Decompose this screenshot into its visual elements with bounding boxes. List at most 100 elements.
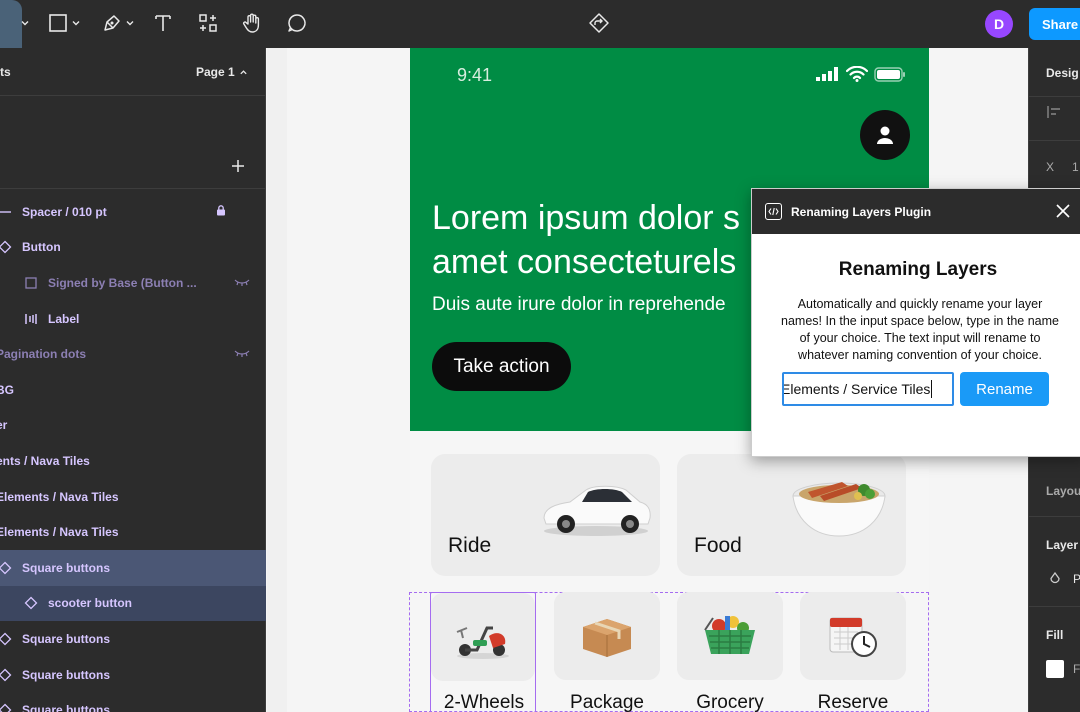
rename-button[interactable]: Rename (960, 372, 1049, 406)
frame-tool[interactable] (48, 10, 81, 36)
design-tab[interactable]: Desig (1046, 66, 1079, 80)
status-icons (816, 66, 906, 82)
frame-square-icon (24, 276, 38, 290)
layer-row[interactable]: Elements / Nava Tiles (0, 479, 266, 515)
layer-row[interactable]: Square buttons (0, 549, 266, 586)
pen-icon (104, 15, 120, 31)
component-icon (0, 240, 12, 254)
food-tile[interactable]: Food (677, 454, 906, 576)
layer-label: Label (48, 311, 80, 326)
layout-section-label: Layou (1046, 484, 1080, 498)
layer-label: Spacer / 010 pt (22, 204, 107, 219)
blend-mode-icon[interactable] (1049, 572, 1061, 584)
fill-section-label: Fill (1046, 628, 1064, 642)
layer-row[interactable]: ents / Nava Tiles (0, 443, 266, 479)
package-box-image (583, 619, 631, 657)
food-bowl-image (792, 482, 886, 537)
signal-icon (816, 67, 838, 81)
layer-row[interactable]: scooter button (0, 585, 266, 622)
layers-panel-header: ts Page 1 (0, 48, 266, 96)
component-icon (24, 596, 38, 610)
layer-label: Square buttons (22, 667, 111, 682)
move-tool-dropdown[interactable] (20, 10, 30, 36)
package-button[interactable] (554, 592, 660, 680)
add-page-plus-icon[interactable] (230, 158, 246, 174)
layer-row[interactable]: Label (0, 301, 266, 337)
share-arrow-icon (589, 13, 609, 33)
renaming-layers-plugin-window: Renaming Layers Plugin Renaming Layers A… (751, 188, 1080, 457)
layer-row[interactable]: er (0, 408, 266, 444)
car-image (543, 485, 651, 536)
layer-row[interactable]: Signed by Base (Button ... (0, 265, 266, 301)
reserve-button[interactable] (800, 592, 906, 680)
comment-icon (288, 14, 306, 32)
layer-label: BG (0, 382, 14, 397)
hidden-eye-icon[interactable] (234, 276, 250, 290)
fill-color-swatch[interactable] (1046, 660, 1064, 678)
pen-tool[interactable] (102, 10, 135, 36)
components-tool[interactable] (198, 10, 218, 36)
plugin-window-title: Renaming Layers Plugin (791, 205, 932, 219)
page-selector[interactable]: Page 1 (196, 65, 248, 79)
food-label: Food (694, 534, 742, 557)
user-avatar[interactable]: D (985, 10, 1013, 38)
page-label: Page 1 (196, 65, 235, 79)
layer-label: ents / Nava Tiles (0, 453, 90, 468)
reserve-tile-art (800, 592, 906, 680)
component-icon (0, 632, 12, 646)
component-icon (0, 703, 12, 712)
text-tool[interactable] (153, 10, 173, 36)
layer-row[interactable]: Square buttons (0, 692, 266, 712)
frame-square-icon (49, 14, 67, 32)
2-wheels-label: 2-Wheels (443, 692, 525, 712)
layers-list: Spacer / 010 pt Button Signed by Base (But… (0, 194, 266, 712)
ride-tile[interactable]: Ride (431, 454, 660, 576)
layer-label: Button (22, 240, 61, 255)
layer-label: Elements / Nava Tiles (0, 489, 119, 504)
layer-row[interactable]: Button (0, 230, 266, 266)
close-icon[interactable] (1055, 203, 1071, 219)
grocery-button[interactable] (677, 592, 783, 680)
divider (1029, 140, 1080, 141)
wifi-icon (846, 66, 868, 82)
layer-label: Elements / Nava Tiles (0, 525, 119, 540)
hidden-eye-icon[interactable] (234, 347, 250, 361)
layer-label: Square buttons (22, 560, 111, 575)
layer-label: Signed by Base (Button ... (48, 275, 197, 290)
plugin-titlebar[interactable]: Renaming Layers Plugin (752, 189, 1080, 234)
x-position-value[interactable]: 1 (1072, 160, 1079, 174)
layer-section-label: Layer (1046, 538, 1079, 552)
take-action-button[interactable]: Take action (432, 342, 571, 391)
layer-row[interactable]: Spacer / 010 pt (0, 194, 266, 230)
hand-tool[interactable] (242, 10, 264, 36)
align-left-icon[interactable] (1046, 104, 1062, 120)
chevron-down-icon (72, 21, 80, 26)
layer-row[interactable]: Elements / Nava Tiles (0, 514, 266, 550)
component-icon (0, 561, 12, 575)
comment-tool[interactable] (286, 10, 308, 36)
assets-tab-label[interactable]: ts (0, 65, 11, 79)
component-icon (0, 668, 12, 682)
plugin-code-icon (765, 203, 782, 220)
layer-label: Square buttons (22, 631, 111, 646)
layer-row[interactable]: BG (0, 372, 266, 408)
layer-name-input[interactable]: Elements / Service Tiles (782, 372, 954, 406)
layer-passthrough-value[interactable]: P (1073, 572, 1080, 586)
fill-value[interactable]: F (1073, 662, 1080, 676)
layer-row[interactable]: Square buttons (0, 657, 266, 693)
profile-button[interactable] (860, 110, 910, 160)
lock-icon[interactable] (215, 204, 227, 219)
layer-row[interactable]: Pagination dots (0, 336, 266, 372)
layer-row[interactable]: Square buttons (0, 621, 266, 657)
plugin-heading: Renaming Layers (838, 259, 998, 280)
scooter-tile-art (431, 593, 535, 681)
share-button[interactable]: Share (1029, 8, 1080, 40)
plugins-resources-button[interactable] (588, 10, 610, 36)
chevron-down-icon (126, 21, 134, 26)
divider (1029, 96, 1080, 97)
top-toolbar: D Share (0, 0, 1080, 62)
pages-section (0, 96, 266, 189)
reserve-label: Reserve (817, 692, 889, 712)
ride-label: Ride (448, 534, 492, 557)
status-time: 9:41 (457, 65, 493, 85)
